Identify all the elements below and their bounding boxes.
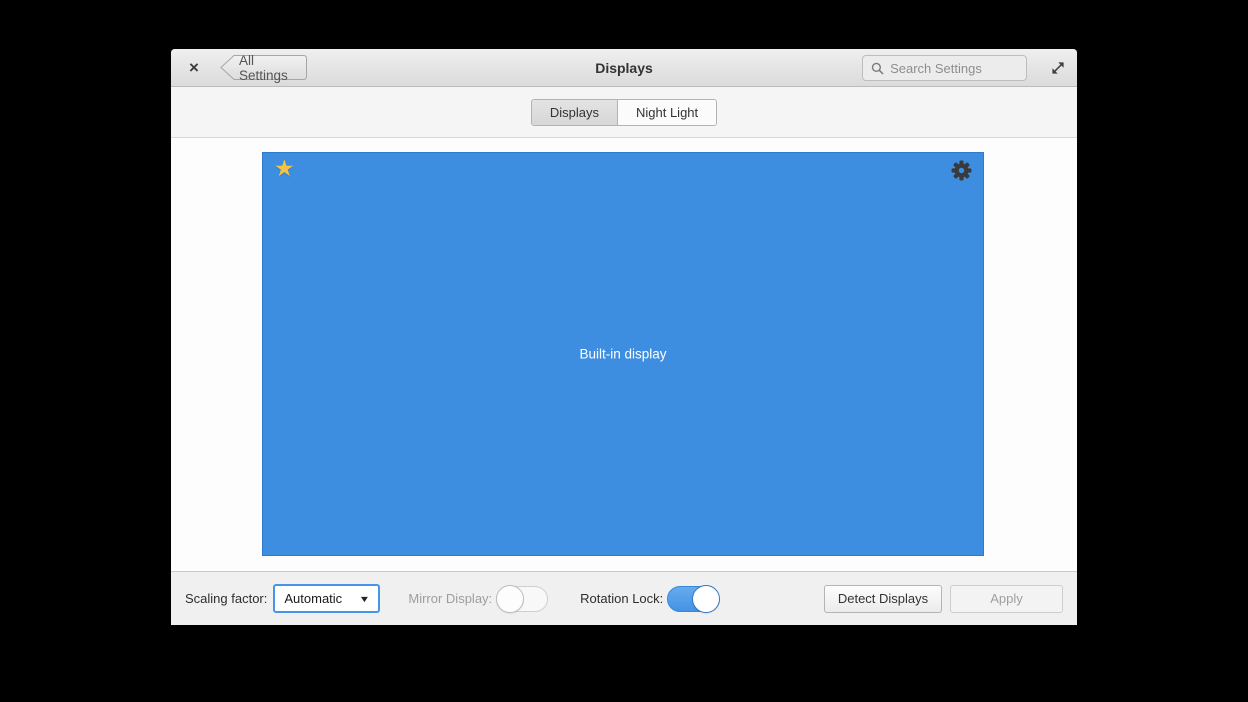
tab-night-light[interactable]: Night Light: [617, 100, 716, 125]
dropdown-caret-icon: ▼: [359, 594, 371, 604]
tab-displays[interactable]: Displays: [532, 100, 617, 125]
action-bar: Scaling factor: Automatic ▼ Mirror Displ…: [171, 571, 1077, 625]
mirror-toggle[interactable]: [496, 586, 548, 612]
scaling-factor-label: Scaling factor:: [185, 591, 267, 606]
scaling-factor-value: Automatic: [284, 591, 342, 606]
detect-displays-button[interactable]: Detect Displays: [824, 585, 942, 613]
main-area: ★ Built-in display: [171, 138, 1077, 571]
settings-window: × All Settings Displays: [171, 49, 1077, 625]
headerbar: × All Settings Displays: [171, 49, 1077, 87]
search-field[interactable]: [862, 55, 1027, 81]
search-input[interactable]: [890, 61, 1018, 76]
rotation-lock-toggle-knob: [692, 585, 720, 613]
search-icon: [871, 61, 884, 76]
mirror-toggle-knob: [496, 585, 524, 613]
rotation-lock-label: Rotation Lock:: [580, 591, 663, 606]
page-title: Displays: [595, 60, 653, 76]
rotation-lock-toggle[interactable]: [667, 586, 719, 612]
tabstrip: Displays Night Light: [171, 87, 1077, 138]
all-settings-label: All Settings: [239, 54, 302, 81]
resize-icon: [1049, 59, 1067, 77]
display-preview[interactable]: ★ Built-in display: [262, 152, 984, 556]
maximize-button[interactable]: [1049, 59, 1067, 77]
display-settings-gear-icon[interactable]: [951, 160, 972, 186]
mirror-display-label: Mirror Display:: [408, 591, 492, 606]
scaling-factor-dropdown[interactable]: Automatic ▼: [273, 584, 380, 613]
close-button[interactable]: ×: [183, 59, 205, 76]
primary-display-star-icon: ★: [274, 155, 295, 182]
view-switcher: Displays Night Light: [531, 99, 717, 126]
display-name-label: Built-in display: [263, 347, 983, 362]
all-settings-button[interactable]: All Settings: [219, 54, 308, 81]
apply-button[interactable]: Apply: [950, 585, 1063, 613]
